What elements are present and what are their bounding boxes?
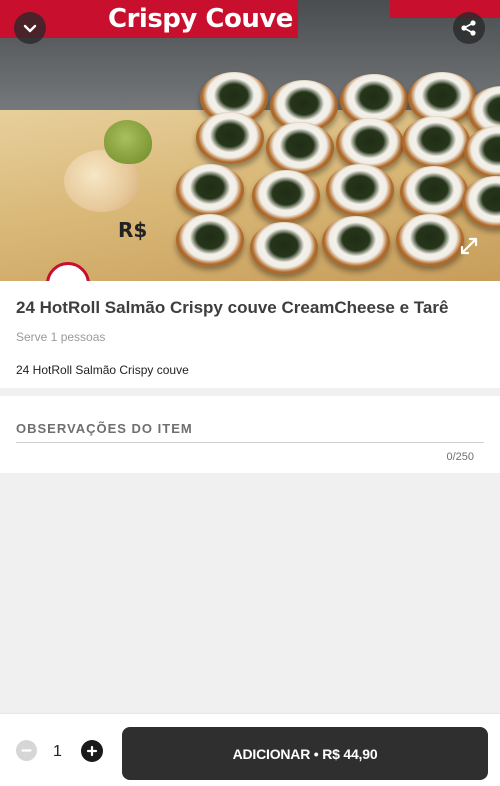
- increase-quantity-button[interactable]: [81, 740, 103, 762]
- observations-counter: 0/250: [446, 451, 474, 463]
- chevron-down-icon: [23, 24, 37, 33]
- sushi-roll: [400, 166, 468, 218]
- sushi-roll: [396, 214, 464, 266]
- item-details: 24 HotRoll Salmão Crispy couve CreamChee…: [0, 281, 500, 388]
- sushi-roll: [250, 222, 318, 274]
- sushi-roll: [402, 116, 470, 168]
- observations-divider: [16, 442, 484, 443]
- share-icon: [461, 20, 476, 36]
- image-price-tag: R$: [118, 218, 148, 242]
- minus-icon: [21, 749, 32, 752]
- item-serves: Serve 1 pessoas: [16, 330, 106, 344]
- sushi-roll: [322, 216, 390, 268]
- expand-icon: [460, 237, 478, 255]
- collapse-button[interactable]: [14, 12, 46, 44]
- expand-image-button[interactable]: [456, 233, 482, 259]
- item-description: 24 HotRoll Salmão Crispy couve: [16, 363, 189, 377]
- quantity-value: 1: [53, 743, 62, 760]
- wasabi-garnish: [104, 120, 152, 164]
- sushi-roll: [176, 214, 244, 266]
- plus-icon: [86, 745, 98, 757]
- add-to-cart-bar: 1 ADICIONAR • R$ 44,90: [0, 713, 500, 786]
- sushi-roll: [326, 164, 394, 216]
- observations-label: OBSERVAÇÕES DO ITEM: [16, 421, 193, 436]
- decrease-quantity-button[interactable]: [16, 740, 37, 761]
- item-title: 24 HotRoll Salmão Crispy couve CreamChee…: [16, 298, 449, 317]
- sushi-roll: [196, 112, 264, 164]
- sushi-roll: [266, 122, 334, 174]
- image-banner-text: Crispy Couve: [108, 4, 293, 34]
- sushi-roll: [176, 164, 244, 216]
- product-image: Crispy Couve R$: [0, 0, 500, 281]
- sushi-roll: [336, 118, 404, 170]
- image-banner-right: [390, 0, 500, 18]
- item-observations: OBSERVAÇÕES DO ITEM 0/250: [0, 396, 500, 473]
- sushi-roll: [252, 170, 320, 222]
- add-to-cart-button[interactable]: ADICIONAR • R$ 44,90: [122, 727, 488, 780]
- share-button[interactable]: [453, 12, 485, 44]
